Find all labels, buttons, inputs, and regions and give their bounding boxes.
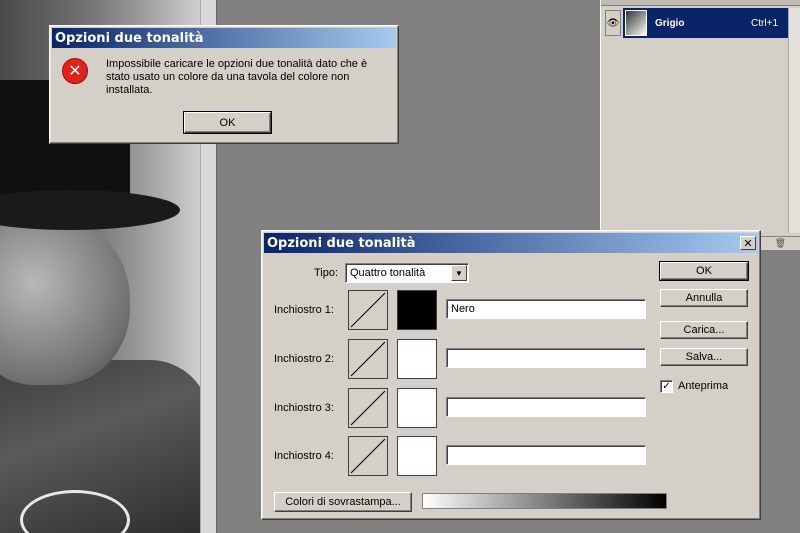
error-dialog-title: Opzioni due tonalità	[52, 28, 396, 48]
preview-label: Anteprima	[678, 380, 729, 392]
error-ok-button[interactable]: OK	[183, 111, 272, 134]
ink-1-color-swatch[interactable]	[397, 290, 437, 330]
channel-name: Grigio	[655, 17, 685, 29]
ok-button[interactable]: OK	[659, 261, 749, 281]
ink-4-color-swatch[interactable]	[397, 436, 437, 476]
cancel-button[interactable]: Annulla	[660, 289, 748, 307]
ink-3-color-swatch[interactable]	[397, 388, 437, 428]
ink-2-label: Inchiostro 2:	[274, 353, 334, 365]
channel-row-grigio[interactable]: Grigio Ctrl+1	[623, 8, 788, 38]
chevron-down-icon[interactable]: ▼	[451, 265, 467, 281]
duotone-dialog-titlebar: Opzioni due tonalità ✕	[264, 233, 758, 253]
type-label: Tipo:	[314, 267, 339, 279]
ink-1-curve-icon[interactable]	[348, 290, 388, 330]
channel-thumbnail	[625, 10, 647, 36]
tone-gradient-bar	[422, 493, 667, 509]
ink-3-label: Inchiostro 3:	[274, 402, 334, 414]
type-select[interactable]: Quattro tonalità ▼	[345, 263, 469, 283]
error-dialog: Opzioni due tonalità ✕ Impossibile caric…	[49, 25, 399, 144]
ink-3-curve-icon[interactable]	[348, 388, 388, 428]
ink-2-name-field[interactable]	[446, 348, 646, 368]
photo-face	[0, 215, 130, 385]
load-button[interactable]: Carica...	[660, 321, 748, 339]
channel-shortcut: Ctrl+1	[751, 17, 778, 29]
ink-2-color-swatch[interactable]	[397, 339, 437, 379]
channels-panel: 👁 Grigio Ctrl+1 🗑	[600, 0, 800, 250]
preview-checkbox[interactable]: ✓	[660, 380, 673, 393]
error-icon: ✕	[62, 58, 88, 84]
trash-icon[interactable]: 🗑	[775, 238, 786, 249]
overprint-colors-button[interactable]: Colori di sovrastampa...	[274, 492, 412, 512]
panel-tabs[interactable]	[601, 0, 800, 6]
eye-icon[interactable]: 👁	[605, 10, 621, 36]
ink-4-name-field[interactable]	[446, 445, 646, 465]
ink-1-label: Inchiostro 1:	[274, 304, 334, 316]
ink-2-curve-icon[interactable]	[348, 339, 388, 379]
close-icon[interactable]: ✕	[740, 236, 756, 250]
duotone-options-dialog: Opzioni due tonalità ✕ Tipo: Quattro ton…	[261, 230, 761, 520]
ink-3-name-field[interactable]	[446, 397, 646, 417]
photo-hat-brim	[0, 190, 180, 230]
save-button[interactable]: Salva...	[660, 348, 748, 366]
ink-1-name-field[interactable]: Nero	[446, 299, 646, 319]
ink-4-curve-icon[interactable]	[348, 436, 388, 476]
panel-scrollbar[interactable]	[788, 8, 800, 233]
ink-4-label: Inchiostro 4:	[274, 450, 334, 462]
type-select-value: Quattro tonalità	[350, 267, 426, 279]
duotone-dialog-title: Opzioni due tonalità	[267, 235, 416, 251]
error-message: Impossibile caricare le opzioni due tona…	[106, 58, 368, 96]
